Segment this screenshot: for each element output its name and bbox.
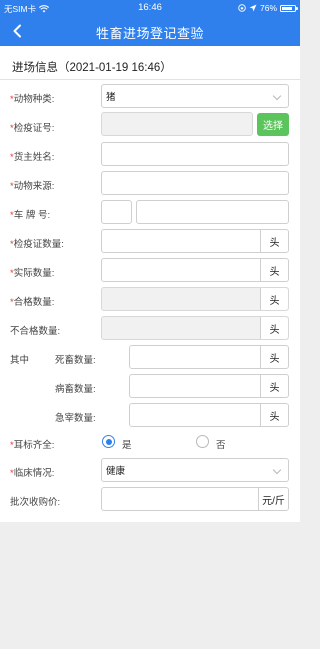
actual-quantity-input[interactable]: 头 bbox=[101, 258, 289, 282]
battery-percent: 76% bbox=[259, 3, 277, 13]
owner-name-label: *货主姓名: bbox=[10, 152, 55, 163]
plate-prefix-input[interactable] bbox=[101, 200, 132, 224]
cert-quantity-input[interactable]: 头 bbox=[101, 229, 289, 253]
dead-quantity-label: 死畜数量: bbox=[55, 355, 96, 366]
animal-type-label: *动物种类: bbox=[10, 94, 55, 105]
cert-quantity-unit: 头 bbox=[260, 230, 288, 252]
plate-number-input[interactable] bbox=[136, 200, 289, 224]
section-title: 进场信息（2021-01-19 16:46） bbox=[12, 62, 172, 74]
ear-tag-yes-radio[interactable] bbox=[102, 435, 115, 448]
plate-no-label: *车 牌 号: bbox=[10, 210, 51, 221]
purchase-price-unit: 元/斤 bbox=[258, 488, 288, 510]
clinical-status-value: 健康 bbox=[106, 466, 126, 477]
sick-quantity-unit: 头 bbox=[260, 375, 288, 397]
unqualified-quantity-unit: 头 bbox=[260, 317, 288, 339]
purchase-price-label: 批次收购价: bbox=[10, 497, 61, 508]
ear-tag-yes-label: 是 bbox=[122, 440, 132, 451]
qualified-quantity-label: *合格数量: bbox=[10, 297, 55, 308]
sick-quantity-label: 病畜数量: bbox=[55, 384, 96, 395]
purchase-price-input[interactable]: 元/斤 bbox=[101, 487, 289, 511]
actual-quantity-label: *实际数量: bbox=[10, 268, 55, 279]
animal-type-select[interactable]: 猪 bbox=[101, 84, 289, 108]
status-bar: 无SIM卡 16:46 76% bbox=[0, 0, 300, 16]
emergency-quantity-input[interactable]: 头 bbox=[129, 403, 289, 427]
chevron-down-icon bbox=[272, 91, 282, 101]
entry-form: 进场信息（2021-01-19 16:46） *动物种类: 猪 *检疫证号: 选… bbox=[0, 46, 300, 522]
nav-bar: 牲畜进场登记查验 bbox=[0, 16, 300, 46]
status-bar-right: 76% bbox=[238, 3, 298, 13]
animal-source-input[interactable] bbox=[101, 171, 289, 195]
breakdown-group-label: 其中 bbox=[10, 355, 30, 366]
dead-quantity-unit: 头 bbox=[260, 346, 288, 368]
select-cert-button[interactable]: 选择 bbox=[257, 113, 289, 136]
animal-type-value: 猪 bbox=[106, 92, 116, 103]
emergency-quantity-unit: 头 bbox=[260, 404, 288, 426]
cert-quantity-label: *检疫证数量: bbox=[10, 239, 64, 250]
battery-icon bbox=[280, 4, 298, 12]
page-title: 牲畜进场登记查验 bbox=[95, 26, 204, 41]
clinical-status-select[interactable]: 健康 bbox=[101, 458, 289, 482]
animal-source-label: *动物来源: bbox=[10, 181, 55, 192]
unqualified-quantity-input[interactable]: 头 bbox=[101, 316, 289, 340]
emergency-quantity-label: 急宰数量: bbox=[55, 413, 96, 424]
ear-tag-no-label: 否 bbox=[216, 440, 226, 451]
ear-tag-no-radio[interactable] bbox=[196, 435, 209, 448]
location-arrow-icon bbox=[249, 4, 257, 12]
qualified-quantity-unit: 头 bbox=[260, 288, 288, 310]
dead-quantity-input[interactable]: 头 bbox=[129, 345, 289, 369]
actual-quantity-unit: 头 bbox=[260, 259, 288, 281]
section-divider bbox=[0, 79, 300, 80]
quarantine-cert-label: *检疫证号: bbox=[10, 123, 55, 134]
qualified-quantity-input[interactable]: 头 bbox=[101, 287, 289, 311]
ear-tag-label: *耳标齐全: bbox=[10, 440, 55, 451]
orientation-lock-icon bbox=[238, 4, 246, 12]
chevron-down-icon bbox=[272, 465, 282, 475]
clinical-status-label: *临床情况: bbox=[10, 468, 55, 479]
sick-quantity-input[interactable]: 头 bbox=[129, 374, 289, 398]
quarantine-cert-input[interactable] bbox=[101, 112, 253, 136]
owner-name-input[interactable] bbox=[101, 142, 289, 166]
unqualified-quantity-label: 不合格数量: bbox=[10, 326, 61, 337]
